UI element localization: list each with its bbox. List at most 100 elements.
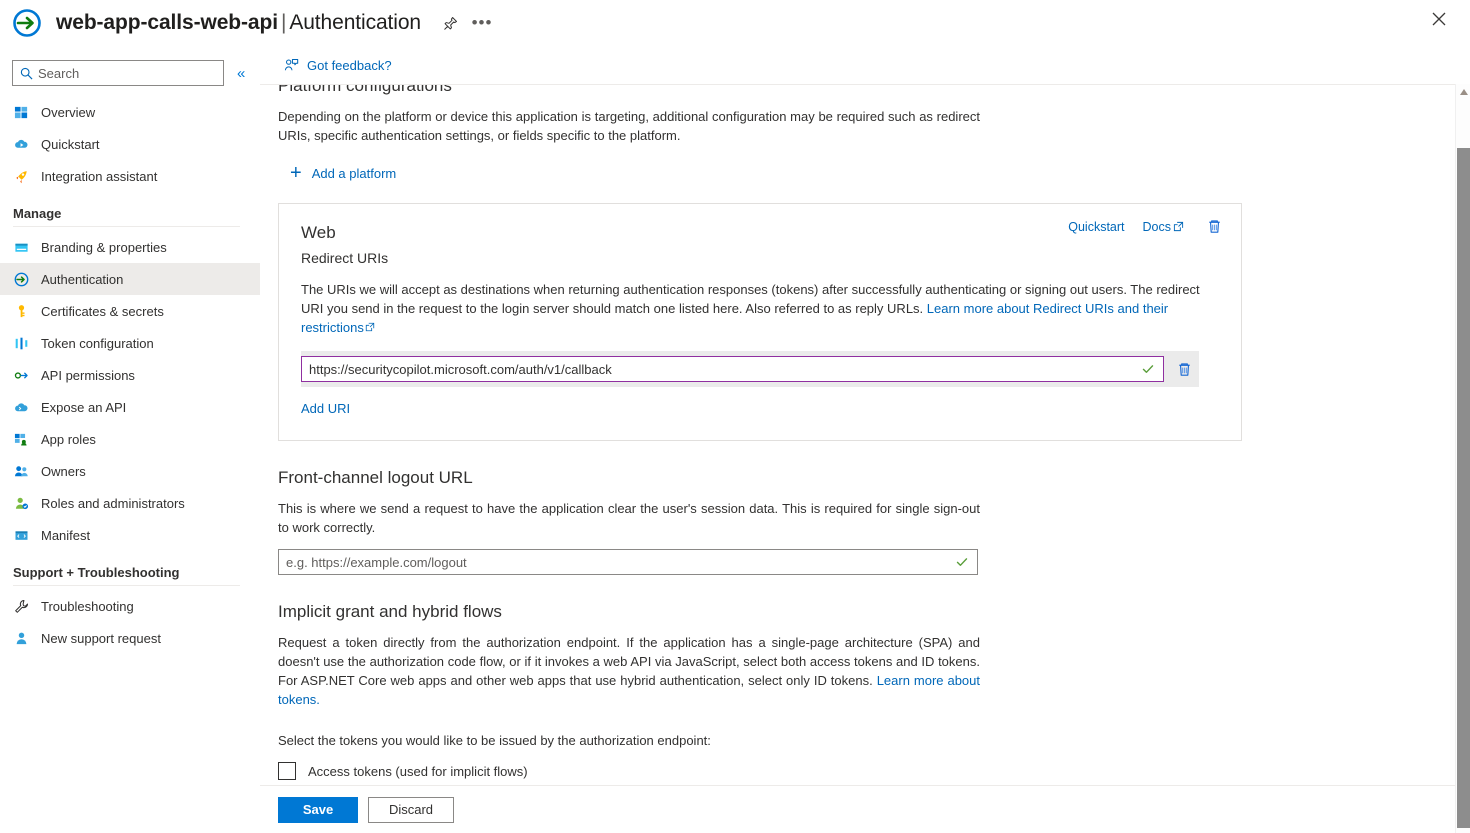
sidebar-group-title-manage: Manage <box>0 192 260 226</box>
ellipsis-icon[interactable]: ••• <box>471 12 493 34</box>
sidebar-item-label: Owners <box>41 464 86 479</box>
sidebar-item-label: Token configuration <box>41 336 154 351</box>
search-box[interactable] <box>12 60 224 86</box>
app-registration-logo <box>12 8 42 38</box>
sidebar-item-label: Integration assistant <box>41 169 157 184</box>
sidebar-item-label: New support request <box>41 631 161 646</box>
sidebar-item-authentication[interactable]: Authentication <box>0 263 260 295</box>
quickstart-cloud-icon <box>13 136 29 152</box>
support-person-icon <box>13 630 29 646</box>
front-channel-logout-description: This is where we send a request to have … <box>278 499 980 537</box>
web-card-subtitle: Redirect URIs <box>301 248 1219 268</box>
redirect-uri-row <box>301 351 1199 387</box>
roles-admin-icon <box>13 495 29 511</box>
key-icon <box>13 303 29 319</box>
token-icon <box>13 335 29 351</box>
front-channel-logout-title: Front-channel logout URL <box>278 467 1456 489</box>
pin-icon[interactable] <box>439 12 461 34</box>
scroll-thumb[interactable] <box>1457 148 1470 828</box>
bottom-command-bar: Save Discard <box>260 785 1456 833</box>
redirect-uri-field[interactable] <box>301 356 1164 382</box>
rocket-icon <box>13 168 29 184</box>
implicit-grant-title: Implicit grant and hybrid flows <box>278 601 1456 623</box>
access-tokens-checkbox[interactable] <box>278 762 296 780</box>
api-permissions-icon <box>13 367 29 383</box>
docs-link-label: Docs <box>1143 220 1171 234</box>
save-button[interactable]: Save <box>278 797 358 823</box>
sidebar-item-expose-an-api[interactable]: Expose an API <box>0 391 260 423</box>
add-uri-link[interactable]: Add URI <box>301 401 350 416</box>
owners-icon <box>13 463 29 479</box>
overview-icon <box>13 104 29 120</box>
manifest-icon <box>13 527 29 543</box>
vertical-scrollbar[interactable] <box>1455 84 1470 833</box>
page-title-section: Authentication <box>289 11 421 34</box>
sidebar-item-owners[interactable]: Owners <box>0 455 260 487</box>
web-card-actions: Quickstart Docs <box>1068 218 1223 235</box>
scroll-up-arrow-icon[interactable] <box>1456 84 1470 100</box>
external-link-icon <box>1173 221 1184 232</box>
sidebar-item-token-configuration[interactable]: Token configuration <box>0 327 260 359</box>
authentication-icon <box>13 271 29 287</box>
title-bar: web-app-calls-web-api|Authentication ••• <box>0 0 1470 46</box>
page-title: web-app-calls-web-api|Authentication <box>56 11 421 35</box>
sidebar-item-label: Manifest <box>41 528 90 543</box>
sidebar-group-title-support: Support + Troubleshooting <box>0 551 260 585</box>
sidebar-item-api-permissions[interactable]: API permissions <box>0 359 260 391</box>
redirect-uri-input[interactable] <box>302 362 1141 377</box>
settings-scroll-area[interactable]: Platform configurations Depending on the… <box>260 84 1456 794</box>
quickstart-link[interactable]: Quickstart <box>1068 220 1124 234</box>
front-channel-logout-input[interactable] <box>279 555 955 570</box>
delete-platform-button[interactable] <box>1206 218 1223 235</box>
expose-api-icon <box>13 399 29 415</box>
sidebar-item-manifest[interactable]: Manifest <box>0 519 260 551</box>
sidebar-item-label: Authentication <box>41 272 123 287</box>
got-feedback-button[interactable]: Got feedback? <box>284 58 392 73</box>
sidebar-item-label: App roles <box>41 432 96 447</box>
feedback-bar: Got feedback? <box>260 46 1456 84</box>
implicit-grant-description: Request a token directly from the author… <box>278 633 980 709</box>
platform-configurations-title: Platform configurations <box>278 84 1456 97</box>
delete-redirect-uri-button[interactable] <box>1176 361 1193 378</box>
check-icon <box>955 555 969 569</box>
sidebar-divider <box>13 226 240 227</box>
wrench-icon <box>13 598 29 614</box>
search-icon <box>20 67 33 80</box>
feedback-person-icon <box>284 58 299 73</box>
access-tokens-checkbox-row: Access tokens (used for implicit flows) <box>278 762 1456 780</box>
search-input[interactable] <box>38 66 203 81</box>
sidebar-item-label: Expose an API <box>41 400 126 415</box>
chevron-double-left-icon[interactable]: « <box>237 66 245 81</box>
docs-link[interactable]: Docs <box>1143 220 1184 234</box>
sidebar-item-new-support-request[interactable]: New support request <box>0 622 260 654</box>
sidebar-item-branding-properties[interactable]: Branding & properties <box>0 231 260 263</box>
add-a-platform-label: Add a platform <box>312 166 397 181</box>
platform-configurations-description: Depending on the platform or device this… <box>278 107 980 145</box>
sidebar-divider <box>13 585 240 586</box>
sidebar-item-integration-assistant[interactable]: Integration assistant <box>0 160 260 192</box>
front-channel-logout-field[interactable] <box>278 549 978 575</box>
front-channel-logout-section: Front-channel logout URL This is where w… <box>278 467 1456 575</box>
web-platform-card: Quickstart Docs <box>278 203 1242 441</box>
sidebar-item-roles-and-administrators[interactable]: Roles and administrators <box>0 487 260 519</box>
sidebar-item-quickstart[interactable]: Quickstart <box>0 128 260 160</box>
sidebar-item-certificates-secrets[interactable]: Certificates & secrets <box>0 295 260 327</box>
main-content: Got feedback? Platform configurations De… <box>260 46 1456 833</box>
sidebar-item-label: API permissions <box>41 368 135 383</box>
add-a-platform-button[interactable]: + Add a platform <box>290 163 1456 183</box>
access-tokens-checkbox-label: Access tokens (used for implicit flows) <box>308 764 528 779</box>
close-icon[interactable] <box>1424 4 1454 34</box>
sidebar-item-label: Branding & properties <box>41 240 167 255</box>
sidebar-item-label: Roles and administrators <box>41 496 185 511</box>
sidebar-item-troubleshooting[interactable]: Troubleshooting <box>0 590 260 622</box>
sidebar-item-app-roles[interactable]: App roles <box>0 423 260 455</box>
app-roles-icon <box>13 431 29 447</box>
discard-button[interactable]: Discard <box>368 797 454 823</box>
got-feedback-label: Got feedback? <box>307 58 392 73</box>
sidebar-item-overview[interactable]: Overview <box>0 96 260 128</box>
implicit-grant-section: Implicit grant and hybrid flows Request … <box>278 601 1456 780</box>
quickstart-link-label: Quickstart <box>1068 220 1124 234</box>
sidebar-item-label: Quickstart <box>41 137 100 152</box>
page-title-app: web-app-calls-web-api <box>56 11 278 34</box>
check-icon <box>1141 362 1155 376</box>
